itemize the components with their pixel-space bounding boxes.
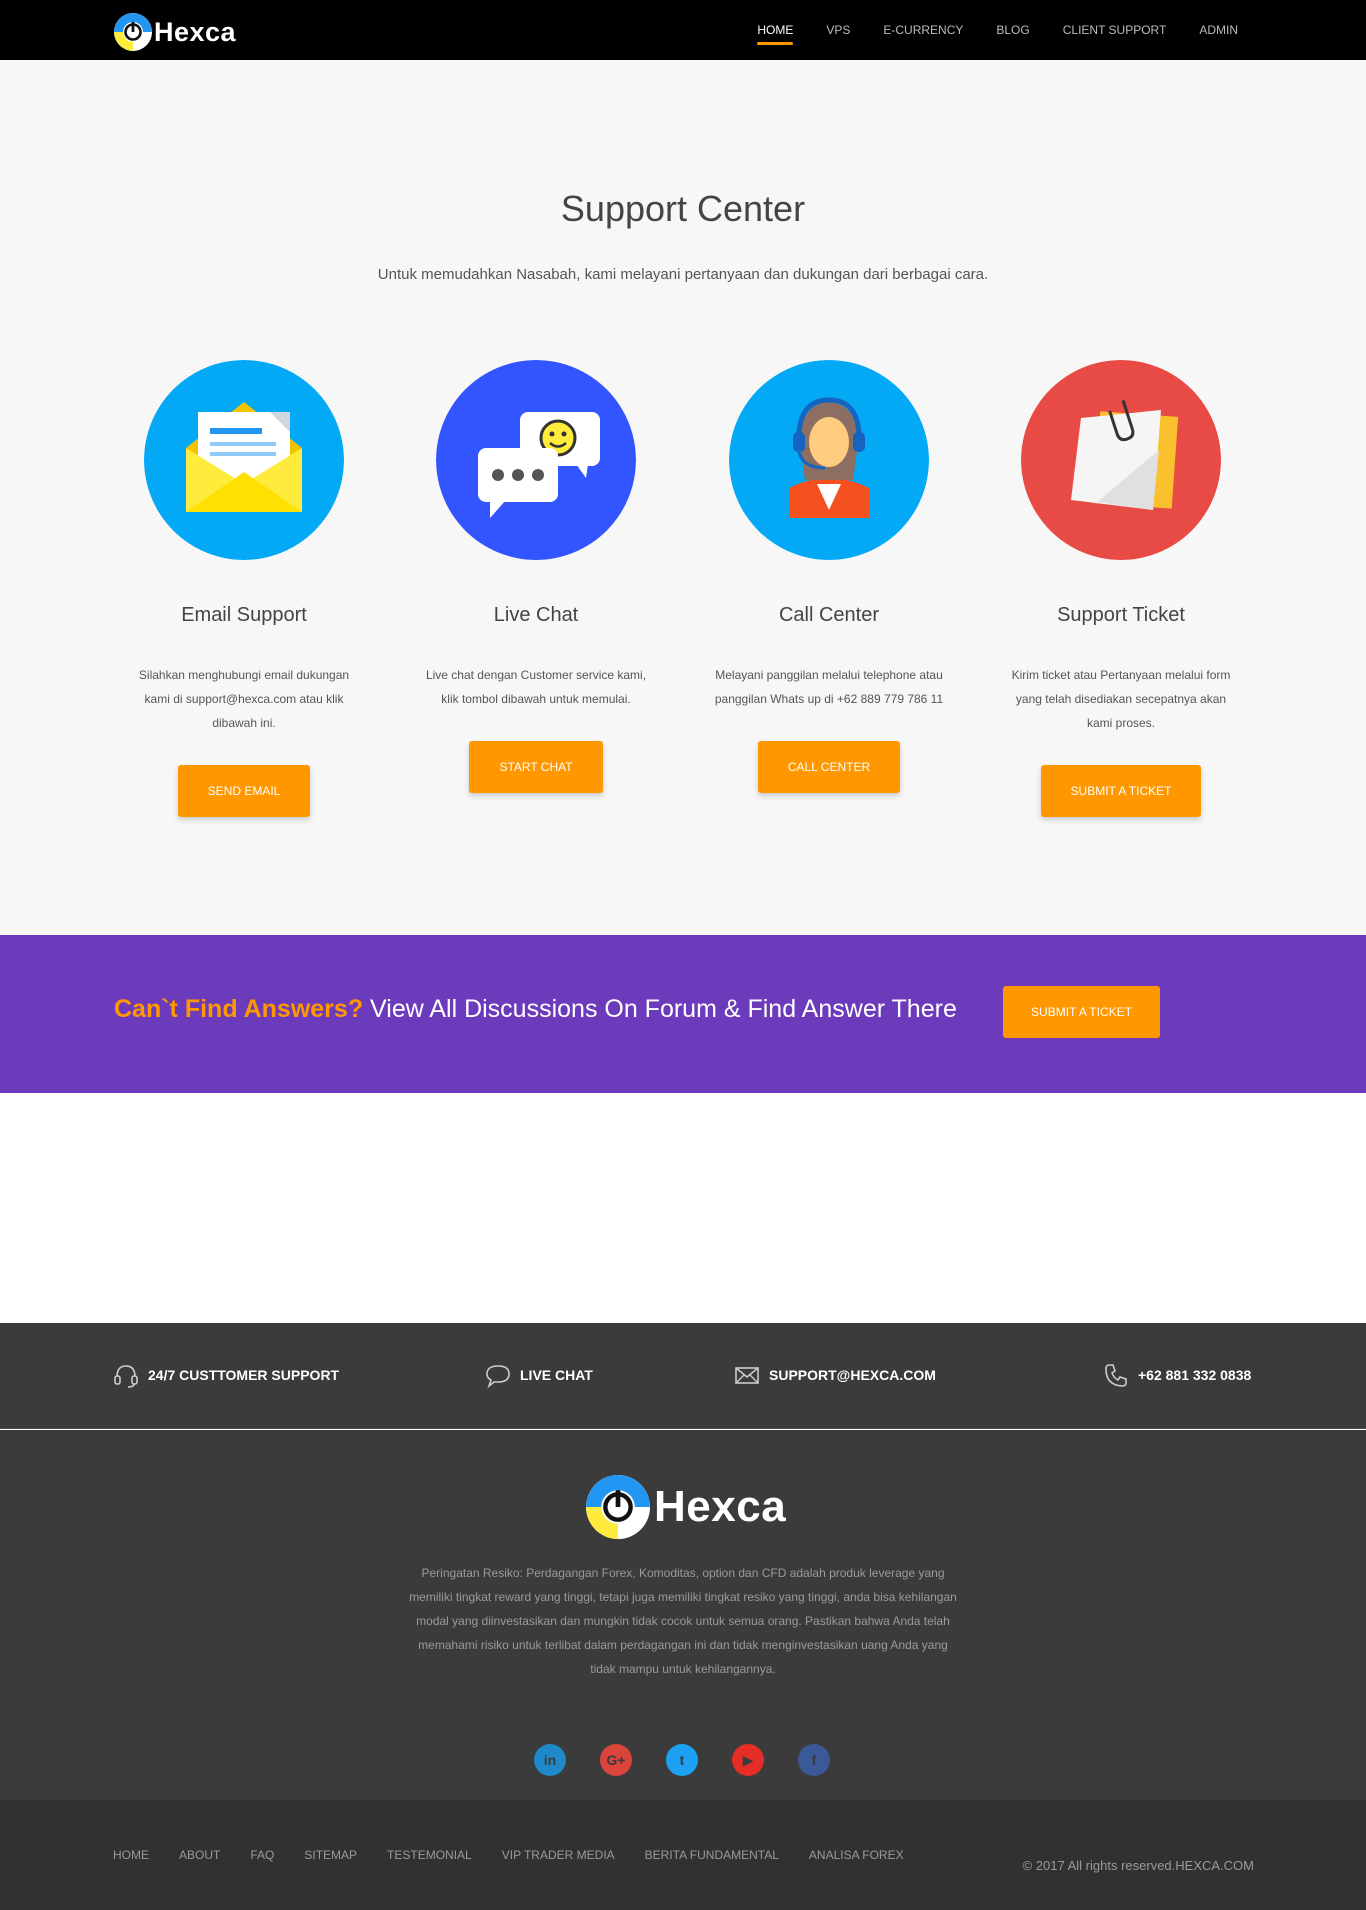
forum-banner: Can`t Find Answers? View All Discussions… [0,935,1366,1093]
envelope-icon [144,360,344,560]
footer-link-about[interactable]: ABOUT [179,1848,220,1862]
contact-support[interactable]: 24/7 CUSTTOMER SUPPORT [112,1361,339,1389]
page-title: Support Center [560,188,806,229]
phone-icon [1105,1364,1127,1387]
start-chat-button[interactable]: START CHAT [469,741,603,793]
live-chat-card: Live Chat Live chat dengan Customer serv… [406,360,666,793]
footer-logo[interactable]: Hexca [586,1475,786,1539]
banner-text: View All Discussions On Forum & Find Ans… [363,995,957,1023]
contact-support-label: 24/7 CUSTTOMER SUPPORT [148,1367,340,1383]
contact-bar: 24/7 CUSTTOMER SUPPORT LIVE CHAT SUPPORT… [0,1323,1366,1429]
page-subtitle: Untuk memudahkan Nasabah, kami melayani … [377,266,989,283]
brand-logo[interactable]: Hexca [114,13,236,51]
email-support-title: Email Support [181,604,307,626]
call-center-card: Call Center Melayani panggilan melalui t… [699,360,959,793]
hexca-logo-icon [586,1475,650,1539]
footer: Hexca Peringatan Resiko: Perdagangan For… [0,1430,1366,1800]
hexca-logo-icon [114,13,152,51]
nav-item-home[interactable]: HOME [757,0,794,60]
banner-highlight: Can`t Find Answers? [114,995,364,1023]
contact-phone-label: +62 881 332 0838 [1138,1367,1252,1383]
social-links: in G+ t ▶ f [534,1744,864,1776]
footer-link-testemonial[interactable]: TESTEMONIAL [387,1848,472,1862]
nav-item-e-currency[interactable]: E-CURRENCY [883,0,963,60]
ticket-note-icon [1021,360,1221,560]
contact-email[interactable]: SUPPORT@HEXCA.COM [733,1361,936,1389]
main-nav: HOME VPS E-CURRENCY BLOG CLIENT SUPPORT … [724,0,1238,60]
footer-link-berita-fundamental[interactable]: BERITA FUNDAMENTAL [645,1848,779,1862]
nav-item-admin[interactable]: ADMIN [1199,0,1238,60]
contact-phone[interactable]: +62 881 332 0838 [1102,1361,1251,1389]
email-support-desc: Silahkan menghubungi email dukungan kami… [138,668,350,730]
email-support-card: Email Support Silahkan menghubungi email… [114,360,374,817]
contact-live-chat-label: LIVE CHAT [520,1367,593,1383]
live-chat-title: Live Chat [493,604,579,626]
footer-link-sitemap[interactable]: SITEMAP [304,1848,357,1862]
footer-nav: HOME ABOUT FAQ SITEMAP TESTEMONIAL VIP T… [113,1848,934,1862]
nav-item-client-support[interactable]: CLIENT SUPPORT [1063,0,1167,60]
call-center-desc: Melayani panggilan melalui telephone ata… [714,668,944,706]
support-ticket-desc: Kirim ticket atau Pertanyaan melalui for… [1011,668,1231,730]
mail-icon [735,1367,759,1384]
live-chat-desc: Live chat dengan Customer service kami, … [425,668,647,706]
support-ticket-card: Support Ticket Kirim ticket atau Pertany… [991,360,1251,817]
contact-email-label: SUPPORT@HEXCA.COM [769,1367,936,1383]
contact-live-chat[interactable]: LIVE CHAT [484,1361,593,1389]
call-center-button[interactable]: CALL CENTER [757,741,901,793]
nav-item-vps[interactable]: VPS [826,0,850,60]
headset-icon [114,1365,138,1388]
footer-brand-name: Hexca [654,1482,787,1531]
support-center-section: Support Center Untuk memudahkan Nasabah,… [0,60,1366,935]
youtube-icon[interactable]: ▶ [732,1744,764,1776]
copyright: © 2017 All rights reserved.HEXCA.COM [1022,1858,1254,1873]
chat-bubbles-icon [436,360,636,560]
footer-link-home[interactable]: HOME [113,1848,149,1862]
footer-link-analisa-forex[interactable]: ANALISA FOREX [809,1848,904,1862]
submit-ticket-button[interactable]: SUBMIT A TICKET [1040,765,1202,817]
support-ticket-title: Support Ticket [1057,604,1185,626]
brand-name: Hexca [154,16,237,47]
risk-warning: Peringatan Resiko: Perdagangan Forex, Ko… [409,1566,957,1676]
speech-bubble-icon [486,1365,510,1389]
twitter-icon[interactable]: t [666,1744,698,1776]
google-plus-icon[interactable]: G+ [600,1744,632,1776]
footer-link-vip-trader-media[interactable]: VIP TRADER MEDIA [502,1848,615,1862]
send-email-button[interactable]: SEND EMAIL [177,765,311,817]
facebook-icon[interactable]: f [798,1744,830,1776]
nav-item-blog[interactable]: BLOG [996,0,1029,60]
banner-headline: Can`t Find Answers? View All Discussions… [114,995,957,1024]
call-center-agent-icon [729,360,929,560]
empty-section [0,1093,1366,1323]
linkedin-icon[interactable]: in [534,1744,566,1776]
call-center-title: Call Center [778,604,880,626]
bottom-bar: HOME ABOUT FAQ SITEMAP TESTEMONIAL VIP T… [0,1800,1366,1910]
top-navbar: Hexca HOME VPS E-CURRENCY BLOG CLIENT SU… [0,0,1366,60]
footer-link-faq[interactable]: FAQ [250,1848,274,1862]
banner-submit-ticket-button[interactable]: SUBMIT A TICKET [1003,986,1160,1038]
